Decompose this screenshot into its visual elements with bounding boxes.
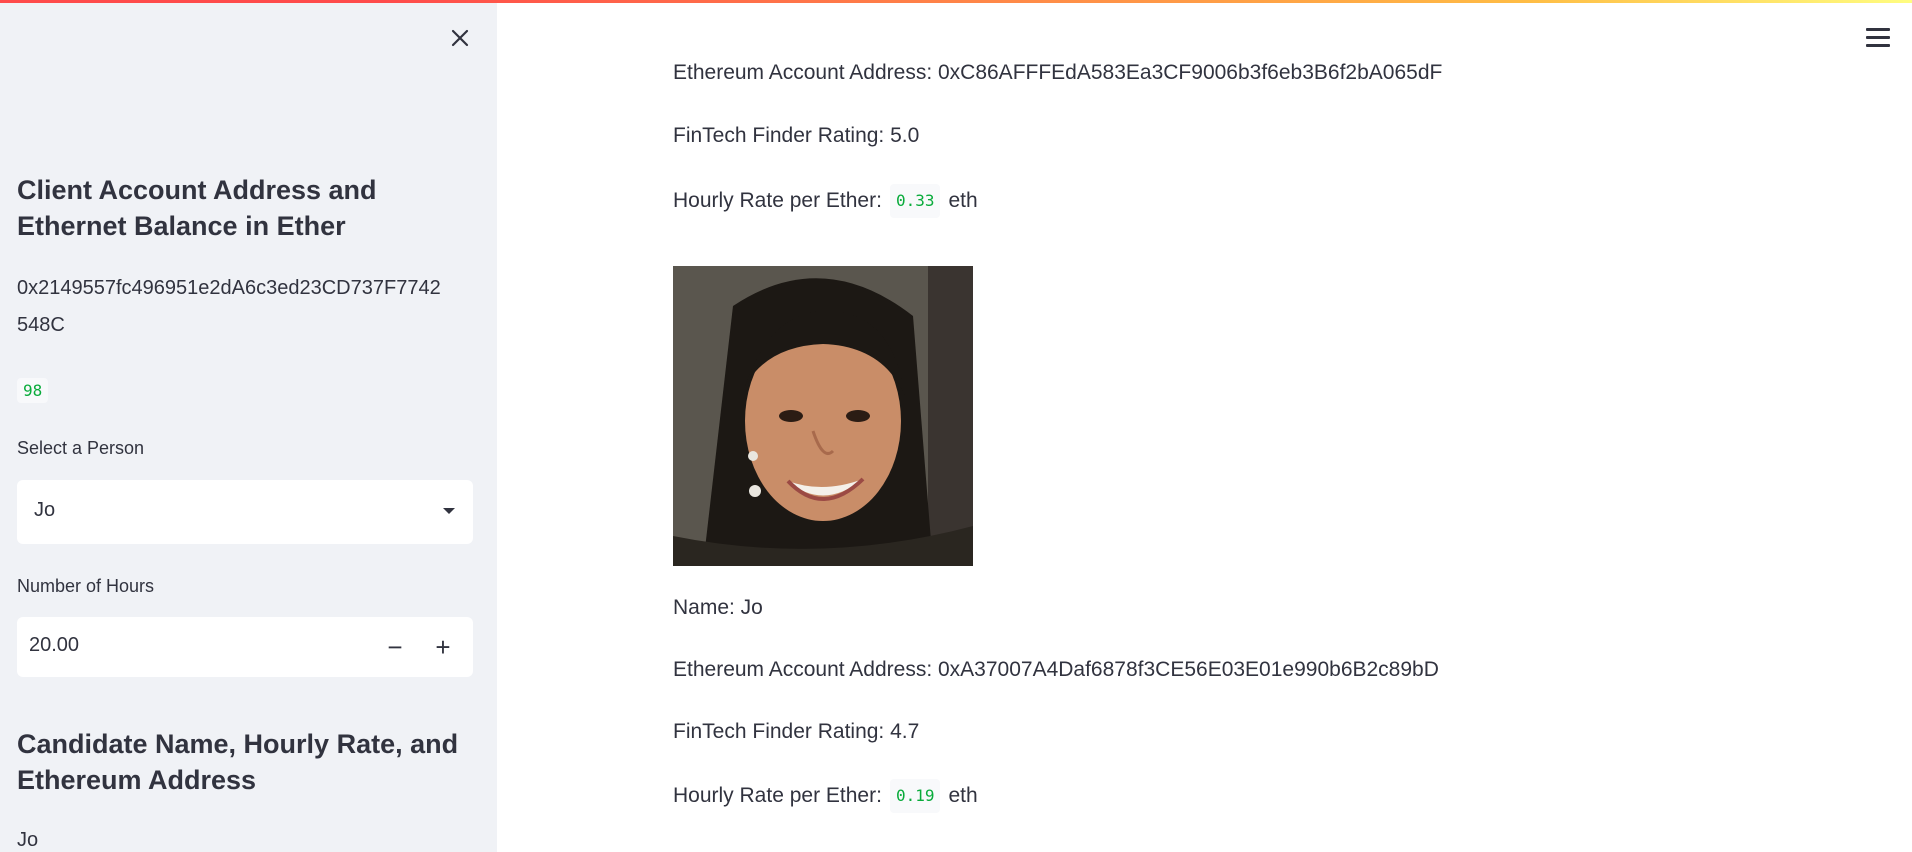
decrement-button[interactable]: −: [373, 627, 417, 667]
rate-value: 0.19: [889, 779, 941, 813]
hours-stepper: − +: [17, 617, 473, 677]
portrait-illustration: [673, 266, 973, 566]
hours-label: Number of Hours: [17, 576, 155, 596]
select-person-value: Jo: [34, 499, 56, 521]
balance-value: 98: [17, 378, 49, 403]
rate-unit: eth: [948, 784, 978, 807]
select-person-label: Select a Person: [17, 438, 145, 458]
candidate-name: Jo: [17, 829, 39, 851]
candidate-name-line: Name: Jo: [673, 596, 763, 619]
close-icon: [451, 29, 469, 47]
close-sidebar-button[interactable]: [444, 22, 476, 54]
plus-icon: +: [435, 631, 451, 662]
main-content: Ethereum Account Address: 0xC86AFFFEdA58…: [497, 0, 1912, 852]
prev-candidate-address: Ethereum Account Address: 0xC86AFFFEdA58…: [673, 61, 1443, 84]
rate-prefix: Hourly Rate per Ether:: [673, 189, 882, 212]
candidate-address: Ethereum Account Address: 0xA37007A4Daf6…: [673, 658, 1439, 681]
client-address-line1: 0x2149557fc496951e2dA6c3ed23CD737F7742: [17, 277, 441, 299]
prev-candidate-rate: Hourly Rate per Ether: 0.33 eth: [673, 184, 978, 218]
top-decoration-bar: [0, 0, 1912, 3]
sidebar: Client Account Address and Ethernet Bala…: [0, 0, 497, 852]
rate-value: 0.33: [889, 184, 941, 218]
balance-heading: Client Account Address and Ethernet Bala…: [17, 175, 377, 241]
client-address: 0x2149557fc496951e2dA6c3ed23CD737F7742 5…: [17, 270, 477, 344]
chevron-down-icon: [443, 508, 455, 514]
candidate-photo: [673, 266, 973, 566]
prev-candidate-rating: FinTech Finder Rating: 5.0: [673, 124, 920, 147]
hamburger-menu-icon[interactable]: [1865, 26, 1891, 50]
select-person-dropdown[interactable]: Jo: [17, 480, 473, 544]
candidate-heading: Candidate Name, Hourly Rate, and Ethereu…: [17, 729, 459, 795]
minus-icon: −: [387, 631, 403, 662]
rate-prefix: Hourly Rate per Ether:: [673, 784, 882, 807]
increment-button[interactable]: +: [421, 627, 465, 667]
candidate-rating: FinTech Finder Rating: 4.7: [673, 720, 920, 743]
client-address-line2: 548C: [17, 314, 65, 336]
hours-input[interactable]: [29, 634, 359, 657]
candidate-rate: Hourly Rate per Ether: 0.19 eth: [673, 779, 978, 813]
rate-unit: eth: [948, 189, 978, 212]
